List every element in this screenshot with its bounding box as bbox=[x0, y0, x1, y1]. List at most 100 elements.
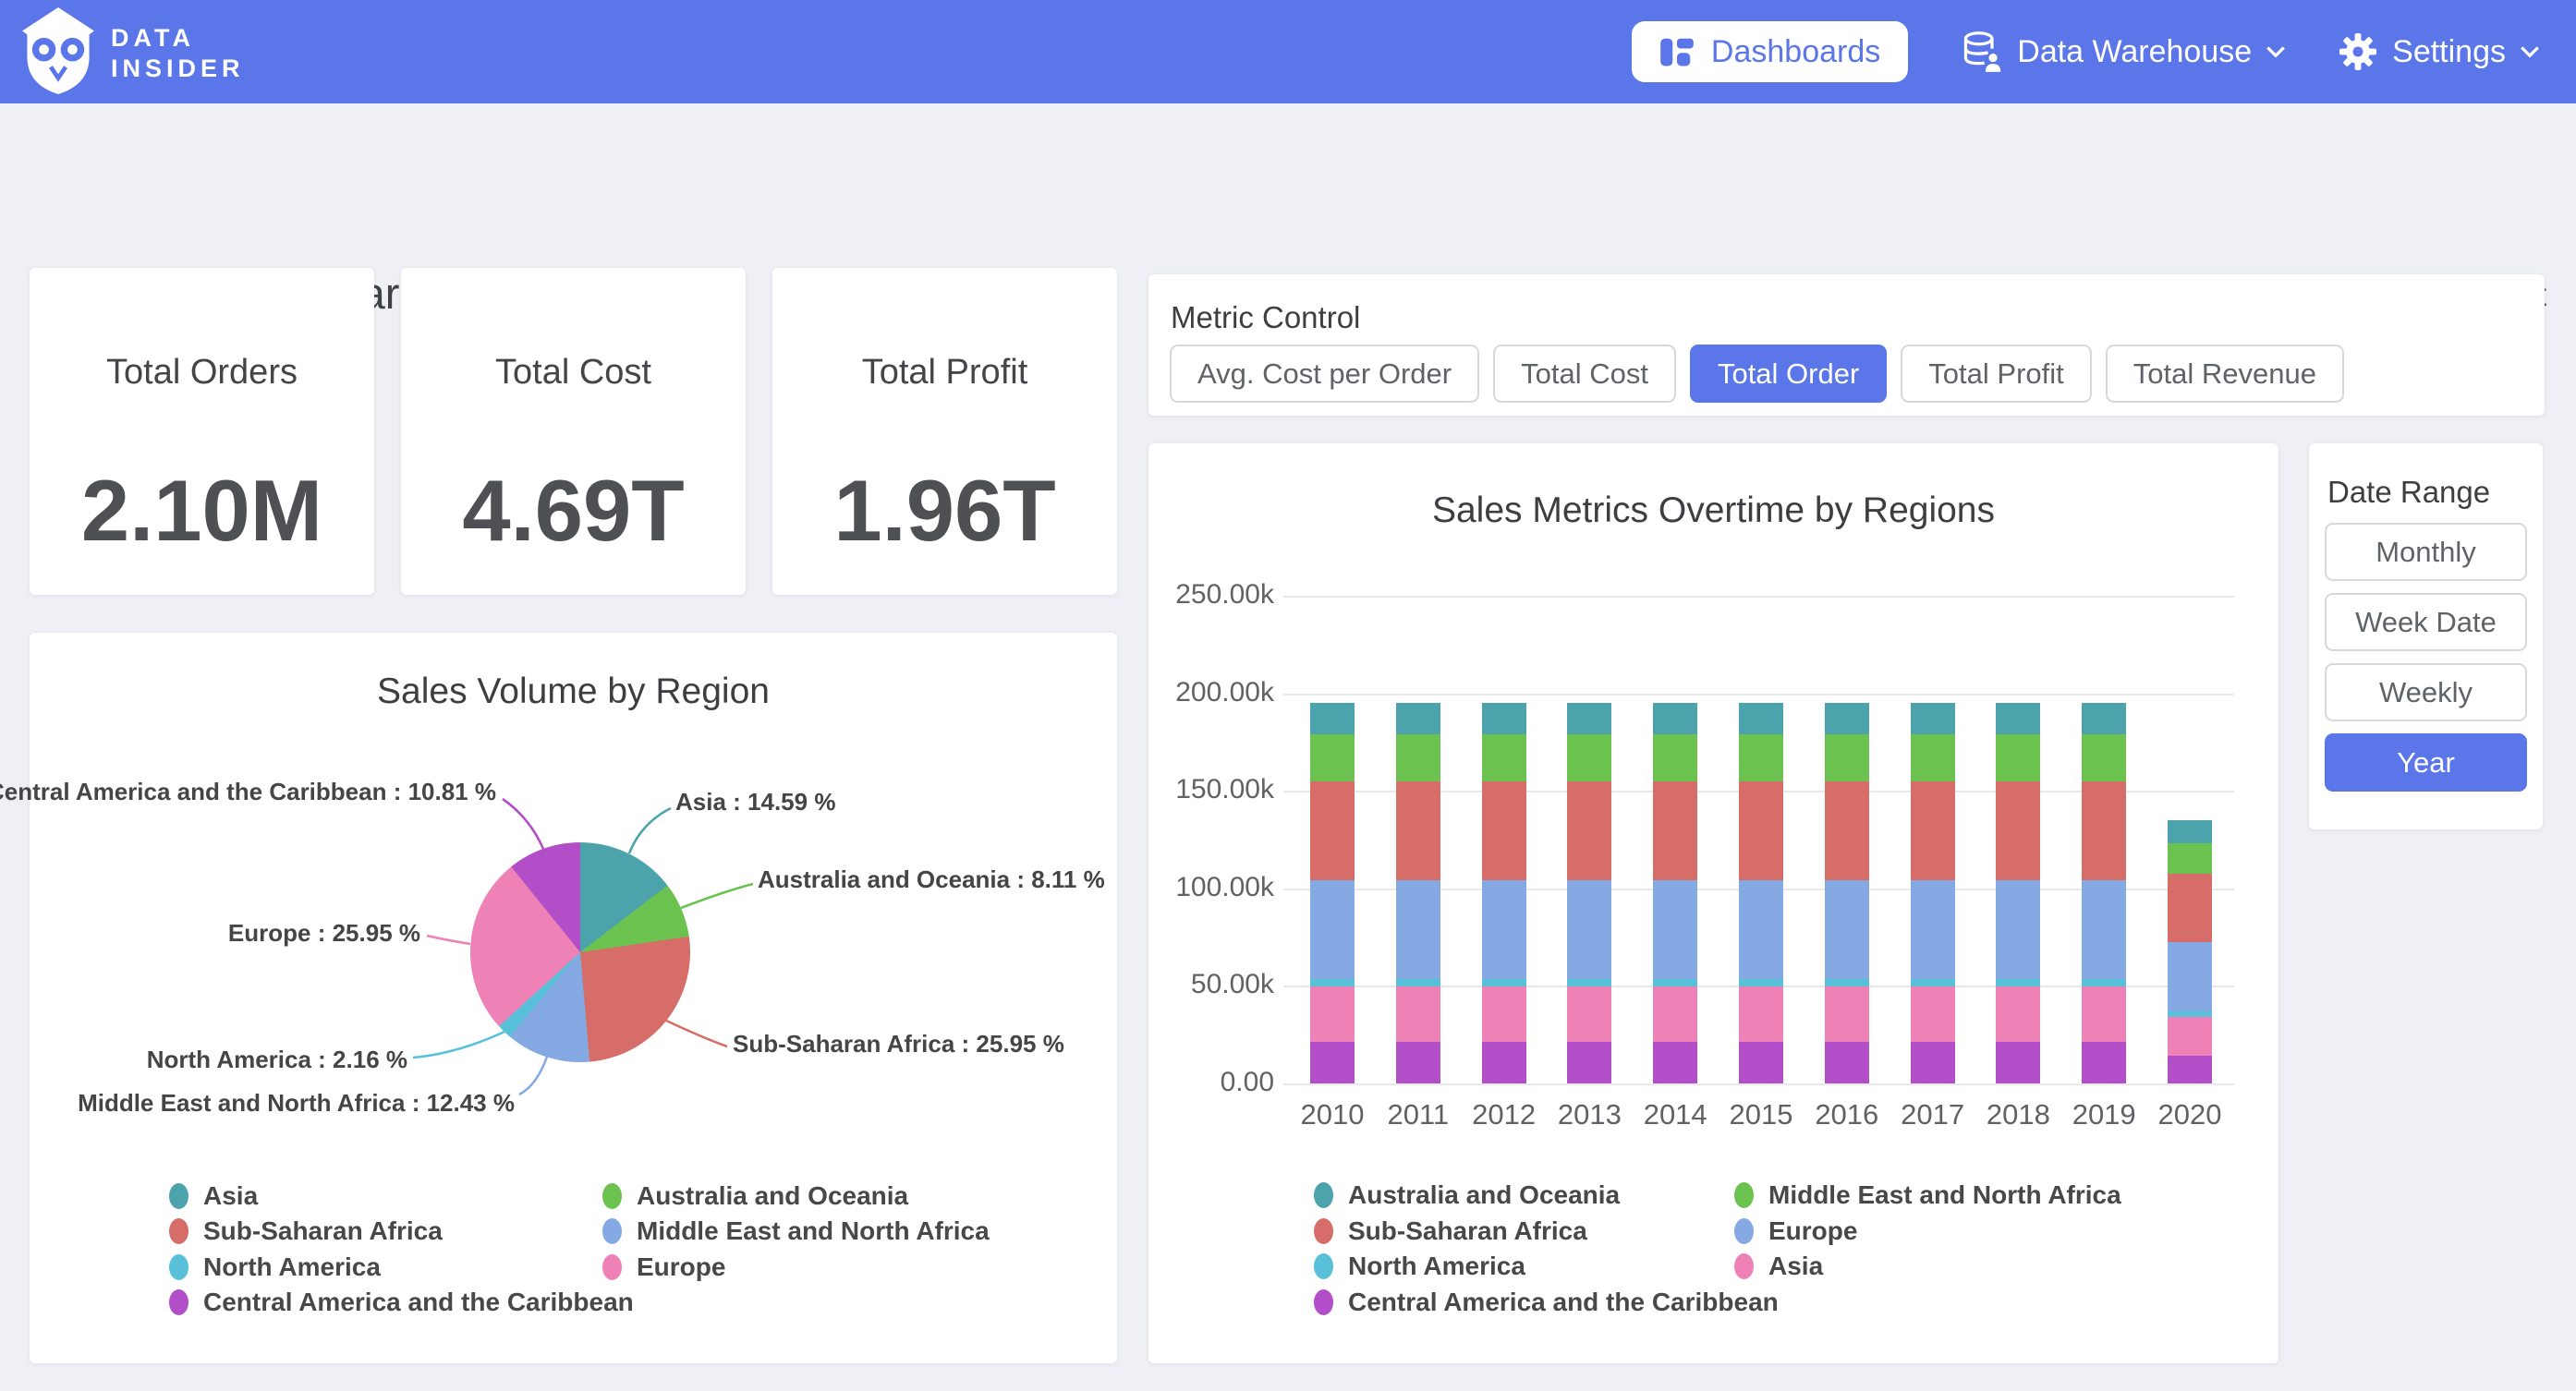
pie-chart[interactable] bbox=[470, 842, 690, 1062]
bar-segment[interactable] bbox=[2082, 781, 2126, 880]
bar-segment[interactable] bbox=[1825, 1042, 1869, 1083]
date-range-option-button[interactable]: Year bbox=[2325, 733, 2527, 792]
bar-segment[interactable] bbox=[1996, 979, 2040, 987]
metric-option-button[interactable]: Avg. Cost per Order bbox=[1170, 345, 1479, 403]
legend-item[interactable]: North America bbox=[1314, 1252, 1525, 1281]
legend-item[interactable]: Middle East and North Africa bbox=[602, 1216, 990, 1246]
bar-segment[interactable] bbox=[1396, 703, 1440, 733]
legend-item[interactable]: Middle East and North Africa bbox=[1734, 1180, 2121, 1210]
bar-segment[interactable] bbox=[1482, 979, 1526, 987]
bar-segment[interactable] bbox=[1310, 979, 1355, 987]
bar-segment[interactable] bbox=[1739, 1042, 1783, 1083]
bar-segment[interactable] bbox=[1482, 734, 1526, 781]
bar-segment[interactable] bbox=[1825, 703, 1869, 733]
bar-segment[interactable] bbox=[1567, 703, 1611, 733]
legend-item[interactable]: Europe bbox=[1734, 1216, 1857, 1246]
bar-segment[interactable] bbox=[2082, 979, 2126, 987]
bar-segment[interactable] bbox=[1739, 979, 1783, 987]
bar-segment[interactable] bbox=[1310, 1042, 1355, 1083]
bar-segment[interactable] bbox=[1653, 734, 1697, 781]
nav-item-dashboards[interactable]: Dashboards bbox=[1632, 21, 1908, 82]
bar-segment[interactable] bbox=[1396, 781, 1440, 880]
bar-segment[interactable] bbox=[2082, 880, 2126, 979]
bar-segment[interactable] bbox=[1825, 986, 1869, 1042]
bar-segment[interactable] bbox=[2082, 986, 2126, 1042]
bar-segment[interactable] bbox=[1567, 880, 1611, 979]
bar-segment[interactable] bbox=[2082, 734, 2126, 781]
bar-segment[interactable] bbox=[1825, 781, 1869, 880]
bar-segment[interactable] bbox=[1911, 703, 1955, 733]
bar-segment[interactable] bbox=[1653, 880, 1697, 979]
bar-segment[interactable] bbox=[1996, 986, 2040, 1042]
bar-segment[interactable] bbox=[1653, 703, 1697, 733]
legend-item[interactable]: Sub-Saharan Africa bbox=[169, 1216, 443, 1246]
nav-item-data-warehouse[interactable]: Data Warehouse bbox=[1962, 30, 2285, 73]
legend-item[interactable]: Central America and the Caribbean bbox=[1314, 1288, 1779, 1317]
legend-item[interactable]: Europe bbox=[602, 1252, 725, 1282]
bar-segment[interactable] bbox=[1482, 781, 1526, 880]
date-range-option-button[interactable]: Monthly bbox=[2325, 523, 2527, 581]
bar-segment[interactable] bbox=[1653, 1042, 1697, 1083]
bar-segment[interactable] bbox=[1567, 986, 1611, 1042]
bar-segment[interactable] bbox=[1482, 703, 1526, 733]
bar-segment[interactable] bbox=[1310, 703, 1355, 733]
bar-segment[interactable] bbox=[1396, 880, 1440, 979]
bar-segment[interactable] bbox=[1825, 880, 1869, 979]
bar-segment[interactable] bbox=[2082, 1042, 2126, 1083]
bar-segment[interactable] bbox=[1996, 703, 2040, 733]
bar-segment[interactable] bbox=[1996, 880, 2040, 979]
bar-segment[interactable] bbox=[1739, 880, 1783, 979]
bar-segment[interactable] bbox=[1567, 979, 1611, 987]
bar-segment[interactable] bbox=[1911, 986, 1955, 1042]
date-range-option-button[interactable]: Weekly bbox=[2325, 663, 2527, 721]
bar-segment[interactable] bbox=[1911, 781, 1955, 880]
bar-segment[interactable] bbox=[1911, 979, 1955, 987]
bar-segment[interactable] bbox=[1739, 734, 1783, 781]
metric-option-button[interactable]: Total Order bbox=[1690, 345, 1887, 403]
bar-segment[interactable] bbox=[1567, 781, 1611, 880]
bar-segment[interactable] bbox=[2168, 942, 2212, 1011]
nav-item-settings[interactable]: Settings bbox=[2339, 32, 2539, 71]
bar-segment[interactable] bbox=[1482, 880, 1526, 979]
legend-item[interactable]: Australia and Oceania bbox=[602, 1181, 908, 1211]
bar-segment[interactable] bbox=[2168, 820, 2212, 843]
bar-segment[interactable] bbox=[1739, 703, 1783, 733]
bar-segment[interactable] bbox=[1396, 986, 1440, 1042]
bar-segment[interactable] bbox=[2168, 1011, 2212, 1016]
bar-segment[interactable] bbox=[1653, 979, 1697, 987]
bar-segment[interactable] bbox=[1396, 979, 1440, 987]
bar-segment[interactable] bbox=[2168, 1017, 2212, 1056]
bar-segment[interactable] bbox=[1310, 734, 1355, 781]
bar-segment[interactable] bbox=[1996, 1042, 2040, 1083]
bar-segment[interactable] bbox=[1911, 1042, 1955, 1083]
legend-item[interactable]: North America bbox=[169, 1252, 381, 1282]
legend-item[interactable]: Sub-Saharan Africa bbox=[1314, 1216, 1587, 1246]
bar-segment[interactable] bbox=[2168, 874, 2212, 942]
metric-option-button[interactable]: Total Revenue bbox=[2106, 345, 2344, 403]
date-range-option-button[interactable]: Week Date bbox=[2325, 593, 2527, 651]
legend-item[interactable]: Central America and the Caribbean bbox=[169, 1288, 634, 1317]
brand-logo[interactable]: DATA INSIDER bbox=[20, 7, 245, 99]
bar-segment[interactable] bbox=[1482, 986, 1526, 1042]
bar-segment[interactable] bbox=[1911, 880, 1955, 979]
bar-segment[interactable] bbox=[1482, 1042, 1526, 1083]
bar-segment[interactable] bbox=[1310, 880, 1355, 979]
bar-segment[interactable] bbox=[1567, 1042, 1611, 1083]
bar-segment[interactable] bbox=[1911, 734, 1955, 781]
bar-segment[interactable] bbox=[1653, 986, 1697, 1042]
bar-segment[interactable] bbox=[1739, 781, 1783, 880]
bar-segment[interactable] bbox=[1310, 781, 1355, 880]
bar-segment[interactable] bbox=[1567, 734, 1611, 781]
bar-segment[interactable] bbox=[1396, 734, 1440, 781]
bar-segment[interactable] bbox=[1996, 734, 2040, 781]
metric-option-button[interactable]: Total Cost bbox=[1493, 345, 1676, 403]
bar-segment[interactable] bbox=[1396, 1042, 1440, 1083]
bar-segment[interactable] bbox=[2082, 703, 2126, 733]
bar-segment[interactable] bbox=[1739, 986, 1783, 1042]
bar-segment[interactable] bbox=[1825, 979, 1869, 987]
bar-segment[interactable] bbox=[2168, 1056, 2212, 1083]
legend-item[interactable]: Australia and Oceania bbox=[1314, 1180, 1620, 1210]
bar-segment[interactable] bbox=[1996, 781, 2040, 880]
metric-option-button[interactable]: Total Profit bbox=[1901, 345, 2091, 403]
bar-segment[interactable] bbox=[2168, 843, 2212, 874]
